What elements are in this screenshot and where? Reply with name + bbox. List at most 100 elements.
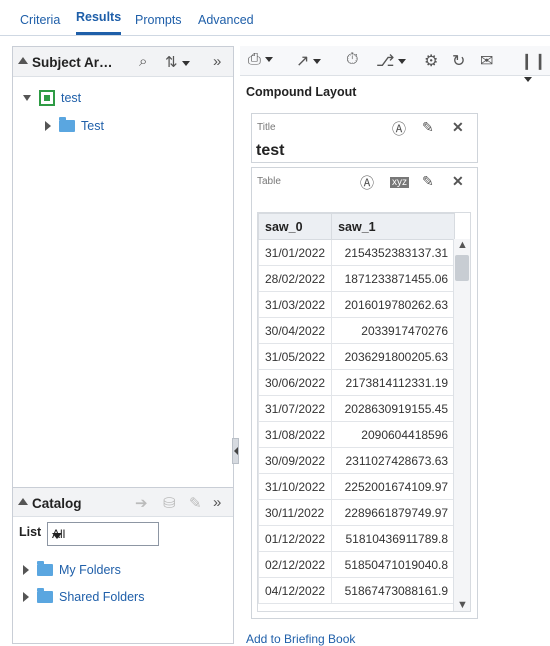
table-row: 31/03/2022 2016019780262.63 xyxy=(258,291,456,318)
chevron-down-icon xyxy=(52,533,62,539)
close-icon[interactable]: ✕ xyxy=(452,119,464,136)
date-cell: 31/07/2022 xyxy=(258,395,333,422)
value-cell: 2252001674109.97 xyxy=(331,473,456,500)
date-cell: 30/09/2022 xyxy=(258,447,333,474)
scroll-up-icon[interactable]: ▲ xyxy=(457,239,468,251)
date-cell: 31/05/2022 xyxy=(258,343,333,370)
scroll-thumb[interactable] xyxy=(455,255,469,281)
list-select[interactable]: All xyxy=(47,522,159,546)
tree-item-test-folder[interactable]: Test xyxy=(45,116,104,136)
results-toolbar: ⎙ ↗ ⏱ ⎇ ⚙ ↻ ✉ ❙❙ xyxy=(240,46,550,83)
tree-item-label[interactable]: test xyxy=(61,91,81,105)
scroll-down-icon[interactable]: ▼ xyxy=(457,599,468,611)
date-cell: 30/06/2022 xyxy=(258,369,333,396)
value-cell: 2154352383137.31 xyxy=(331,239,456,266)
table-row: 02/12/2022 51850471019040.8 xyxy=(258,551,456,578)
date-cell: 31/10/2022 xyxy=(258,473,333,500)
title-view-text: test xyxy=(256,142,285,159)
table-row: 28/02/2022 1871233871455.06 xyxy=(258,265,456,292)
print-options-icon[interactable]: ⎇ xyxy=(376,51,407,71)
date-cell: 30/04/2022 xyxy=(258,317,333,344)
tab-results[interactable]: Results xyxy=(76,10,122,35)
table-row: 31/07/2022 2028630919155.45 xyxy=(258,395,456,422)
print-icon[interactable]: ⎙ xyxy=(248,51,273,69)
title-view[interactable]: Title Ⓐ ✎ ✕ test xyxy=(251,113,478,163)
search-icon[interactable]: ⌕ xyxy=(139,53,147,70)
collapsed-triangle-icon[interactable] xyxy=(23,565,29,575)
date-cell: 02/12/2022 xyxy=(258,551,333,578)
agent-icon[interactable]: ⚙ xyxy=(424,51,438,71)
value-cell: 1871233871455.06 xyxy=(331,265,456,292)
view-label: Table xyxy=(257,176,281,187)
sort-icon[interactable]: ⇅ xyxy=(165,53,190,71)
arrow-right-icon[interactable]: ➔ xyxy=(135,494,148,512)
edit-pencil-icon[interactable]: ✎ xyxy=(422,173,434,190)
new-view-icon[interactable]: ❙❙ xyxy=(520,51,550,89)
catalog-list-row: List All xyxy=(13,519,233,549)
table-row: 30/11/2022 2289661879749.97 xyxy=(258,499,456,526)
export-icon[interactable]: ↗ xyxy=(296,51,322,71)
collapsed-triangle-icon[interactable] xyxy=(45,121,51,131)
tree-item-label[interactable]: My Folders xyxy=(59,563,121,577)
schedule-icon[interactable]: ⏱ xyxy=(346,51,358,69)
refresh-icon[interactable]: ↻ xyxy=(452,51,465,71)
folder-icon xyxy=(59,117,75,132)
folder-icon xyxy=(37,588,53,603)
date-cell: 31/03/2022 xyxy=(258,291,333,318)
format-column-icon[interactable]: xyz xyxy=(390,177,409,188)
cart-icon[interactable]: ⛁ xyxy=(163,494,176,512)
tab-bar: Criteria Results Prompts Advanced xyxy=(0,0,550,36)
format-text-icon[interactable]: Ⓐ xyxy=(360,173,374,193)
value-cell: 2311027428673.63 xyxy=(331,447,456,474)
vertical-scrollbar[interactable]: ▲ ▼ xyxy=(453,239,470,611)
tab-criteria[interactable]: Criteria xyxy=(20,13,60,27)
table-row: 31/08/2022 2090604418596 xyxy=(258,421,456,448)
date-cell: 31/08/2022 xyxy=(258,421,333,448)
pane-splitter[interactable] xyxy=(232,438,239,464)
column-header[interactable]: saw_0 xyxy=(258,213,333,240)
collapsed-triangle-icon[interactable] xyxy=(23,592,29,602)
value-cell: 2033917470276 xyxy=(331,317,456,344)
expand-pane-icon[interactable]: » xyxy=(213,53,221,70)
tree-item-label[interactable]: Test xyxy=(81,119,104,133)
value-cell: 2173814112331.19 xyxy=(331,369,456,396)
table-row: 31/01/2022 2154352383137.31 xyxy=(258,239,456,266)
subject-area-title: Subject Ar… xyxy=(32,55,113,70)
table-row: 01/12/2022 51810436911789.8 xyxy=(258,525,456,552)
date-cell: 30/11/2022 xyxy=(258,499,333,526)
date-cell: 04/12/2022 xyxy=(258,577,333,604)
tab-advanced[interactable]: Advanced xyxy=(198,13,254,27)
email-icon[interactable]: ✉ xyxy=(480,51,493,71)
tree-item-test[interactable]: test xyxy=(23,88,81,108)
catalog-header: Catalog ➔ ⛁ ✎ » xyxy=(13,487,233,517)
column-header[interactable]: saw_1 xyxy=(331,213,456,240)
value-cell: 2090604418596 xyxy=(331,421,456,448)
date-cell: 28/02/2022 xyxy=(258,265,333,292)
data-table: saw_0 saw_1 31/01/2022 2154352383137.31 28… xyxy=(258,213,456,604)
folder-icon xyxy=(37,561,53,576)
layout-title: Compound Layout xyxy=(246,85,357,99)
tab-prompts[interactable]: Prompts xyxy=(135,13,182,27)
tree-item-my-folders[interactable]: My Folders xyxy=(23,560,121,580)
value-cell: 2028630919155.45 xyxy=(331,395,456,422)
expanded-triangle-icon[interactable] xyxy=(23,95,31,101)
value-cell: 51810436911789.8 xyxy=(331,525,456,552)
table-body: 31/01/2022 2154352383137.31 28/02/2022 1871… xyxy=(258,239,456,604)
expand-pane-icon[interactable]: » xyxy=(213,494,221,511)
collapse-triangle-icon[interactable] xyxy=(18,57,28,64)
subject-area-icon xyxy=(39,90,55,106)
close-icon[interactable]: ✕ xyxy=(452,173,464,190)
edit-pencil-icon[interactable]: ✎ xyxy=(189,494,202,512)
edit-pencil-icon[interactable]: ✎ xyxy=(422,119,434,136)
catalog-title: Catalog xyxy=(32,496,82,511)
value-cell: 51867473088161.9 xyxy=(331,577,456,604)
tree-item-shared-folders[interactable]: Shared Folders xyxy=(23,587,144,607)
table-row: 31/10/2022 2252001674109.97 xyxy=(258,473,456,500)
table-view[interactable]: Table Ⓐ xyz ✎ ✕ saw_0 saw_1 31/01/2022 21… xyxy=(251,167,478,619)
tree-item-label[interactable]: Shared Folders xyxy=(59,590,144,604)
table-row: 30/04/2022 2033917470276 xyxy=(258,317,456,344)
date-cell: 31/01/2022 xyxy=(258,239,333,266)
format-text-icon[interactable]: Ⓐ xyxy=(392,119,406,139)
table-row: 04/12/2022 51867473088161.9 xyxy=(258,577,456,604)
collapse-triangle-icon[interactable] xyxy=(18,498,28,505)
